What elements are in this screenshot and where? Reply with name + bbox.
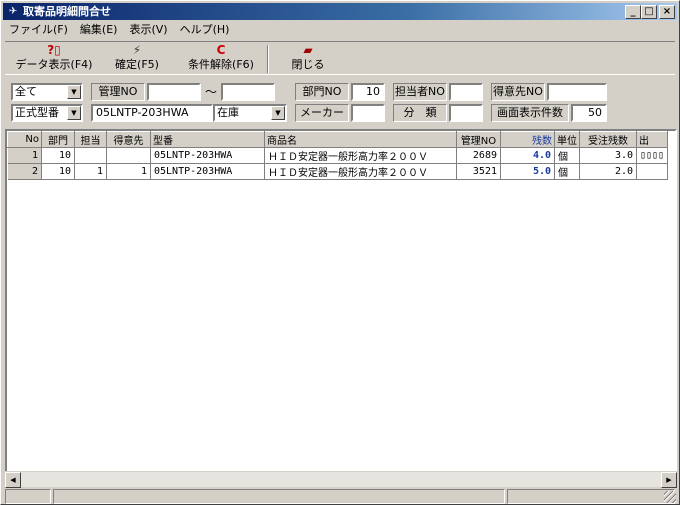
status-pane	[507, 489, 675, 504]
kanri-no-from-input[interactable]	[147, 83, 201, 101]
model-no-input[interactable]: 05LNTP-203HWA	[91, 104, 213, 122]
scroll-left-icon[interactable]: ◀	[5, 472, 21, 488]
range-tilde: ～	[205, 85, 218, 99]
maximize-button[interactable]: □	[641, 5, 657, 19]
cell-zan: 4.0	[500, 147, 555, 164]
title-bar[interactable]: ✈ 取寄品明細問合せ _ □ ×	[3, 3, 677, 20]
status-bar	[3, 489, 677, 504]
confirm-label: 確定(F5)	[115, 58, 159, 71]
close-window-button[interactable]: ▰ 閉じる	[283, 43, 333, 74]
col-juchu[interactable]: 受注残数	[579, 131, 637, 148]
stock-status-select-value: 在庫	[217, 106, 239, 119]
menu-help[interactable]: ヘルプ(H)	[174, 21, 236, 39]
status-pane	[53, 489, 505, 504]
cell-bumon: 10	[41, 147, 75, 164]
tanto-no-label: 担当者NO	[393, 83, 447, 101]
cell-kanri: 2689	[456, 147, 501, 164]
model-type-select-value: 正式型番	[15, 106, 59, 119]
confirm-button[interactable]: ⚡ 確定(F5)	[109, 43, 165, 74]
menu-edit[interactable]: 編集(E)	[74, 21, 124, 39]
clear-conditions-button[interactable]: C 条件解除(F6)	[183, 43, 259, 74]
data-display-label: データ表示(F4)	[15, 58, 93, 71]
kanri-no-label: 管理NO	[91, 83, 145, 101]
menu-bar: ファイル(F) 編集(E) 表示(V) ヘルプ(H)	[3, 21, 677, 39]
cell-kanri: 3521	[456, 163, 501, 180]
scope-select-value: 全て	[15, 85, 37, 98]
status-pane	[5, 489, 51, 504]
bunrui-input[interactable]	[449, 104, 483, 122]
toolbar-separator	[267, 45, 269, 73]
cell-model: 05LNTP-203HWA	[150, 147, 265, 164]
col-tokui[interactable]: 得意先	[106, 131, 151, 148]
cell-tokui: 1	[106, 163, 151, 180]
bumon-no-label: 部門NO	[295, 83, 349, 101]
cell-model: 05LNTP-203HWA	[150, 163, 265, 180]
cell-juchu: 2.0	[579, 163, 637, 180]
scope-select[interactable]: 全て ▼	[11, 83, 83, 101]
cell-unit: 個	[554, 163, 580, 180]
cell-tokui	[106, 147, 151, 164]
filter-panel: 全て ▼ 管理NO ～ 部門NO 10 担当者NO 得意先NO 正式型番 ▼ 0…	[5, 77, 677, 127]
cell-unit: 個	[554, 147, 580, 164]
model-type-select[interactable]: 正式型番 ▼	[11, 104, 83, 122]
display-count-input[interactable]: 50	[571, 104, 607, 122]
reset-icon: C	[216, 43, 226, 57]
main-window: ✈ 取寄品明細問合せ _ □ × ファイル(F) 編集(E) 表示(V) ヘルプ…	[0, 0, 680, 505]
maker-input[interactable]	[351, 104, 385, 122]
minimize-button[interactable]: _	[625, 5, 641, 19]
col-out[interactable]: 出	[635, 131, 669, 148]
chevron-down-icon[interactable]: ▼	[67, 106, 81, 120]
cell-name: ＨＩＤ安定器一般形高力率２００Ｖ	[264, 147, 457, 164]
maker-label: メーカー	[295, 104, 349, 122]
clear-conditions-label: 条件解除(F6)	[188, 58, 254, 71]
table-row[interactable]: 2 10 1 1 05LNTP-203HWA ＨＩＤ安定器一般形高力率２００Ｖ …	[7, 163, 669, 180]
resize-grip-icon[interactable]	[664, 491, 676, 503]
menu-file[interactable]: ファイル(F)	[3, 21, 74, 39]
col-name[interactable]: 商品名	[264, 131, 457, 148]
cell-name: ＨＩＤ安定器一般形高力率２００Ｖ	[264, 163, 457, 180]
window-title: 取寄品明細問合せ	[23, 5, 111, 18]
cell-out: ▯▯▯▯	[636, 147, 669, 164]
tanto-no-input[interactable]	[449, 83, 483, 101]
close-button[interactable]: ×	[659, 5, 675, 19]
col-kanri[interactable]: 管理NO	[456, 131, 501, 148]
cell-tanto: 1	[74, 163, 107, 180]
menu-view[interactable]: 表示(V)	[123, 21, 173, 39]
tokui-no-input[interactable]	[547, 83, 607, 101]
chevron-down-icon[interactable]: ▼	[271, 106, 285, 120]
cell-no: 2	[7, 163, 42, 180]
cell-zan: 5.0	[500, 163, 555, 180]
col-model[interactable]: 型番	[150, 131, 265, 148]
cell-bumon: 10	[41, 163, 75, 180]
cell-out	[636, 163, 669, 180]
stock-status-select[interactable]: 在庫 ▼	[213, 104, 287, 122]
horizontal-scrollbar[interactable]: ◀ ▶	[5, 471, 677, 488]
question-icon: ?▯	[47, 43, 61, 57]
chevron-down-icon[interactable]: ▼	[67, 85, 81, 99]
cell-tanto	[74, 147, 107, 164]
kanri-no-to-input[interactable]	[221, 83, 275, 101]
results-grid[interactable]: No 部門 担当 得意先 型番 商品名 管理NO 残数 単位 受注残数 出 1 …	[5, 129, 677, 484]
close-window-label: 閉じる	[291, 58, 325, 71]
close-door-icon: ▰	[303, 43, 313, 57]
col-no[interactable]: No	[7, 131, 42, 148]
data-display-button[interactable]: ?▯ データ表示(F4)	[11, 43, 97, 74]
col-bumon[interactable]: 部門	[41, 131, 75, 148]
col-tanto[interactable]: 担当	[74, 131, 107, 148]
table-row[interactable]: 1 10 05LNTP-203HWA ＨＩＤ安定器一般形高力率２００Ｖ 2689…	[7, 147, 669, 164]
results-table: No 部門 担当 得意先 型番 商品名 管理NO 残数 単位 受注残数 出 1 …	[7, 131, 669, 180]
confirm-icon: ⚡	[132, 43, 142, 57]
cell-no: 1	[7, 147, 42, 164]
app-icon: ✈	[8, 6, 18, 17]
bunrui-label: 分 類	[393, 104, 447, 122]
scroll-right-icon[interactable]: ▶	[661, 472, 677, 488]
cell-juchu: 3.0	[579, 147, 637, 164]
col-unit[interactable]: 単位	[554, 131, 580, 148]
bumon-no-input[interactable]: 10	[351, 83, 385, 101]
table-header-row: No 部門 担当 得意先 型番 商品名 管理NO 残数 単位 受注残数 出	[7, 131, 669, 148]
tokui-no-label: 得意先NO	[491, 83, 545, 101]
toolbar: ?▯ データ表示(F4) ⚡ 確定(F5) C 条件解除(F6) ▰ 閉じる	[5, 41, 675, 75]
display-count-label: 画面表示件数	[491, 104, 569, 122]
col-zan[interactable]: 残数	[500, 131, 555, 148]
